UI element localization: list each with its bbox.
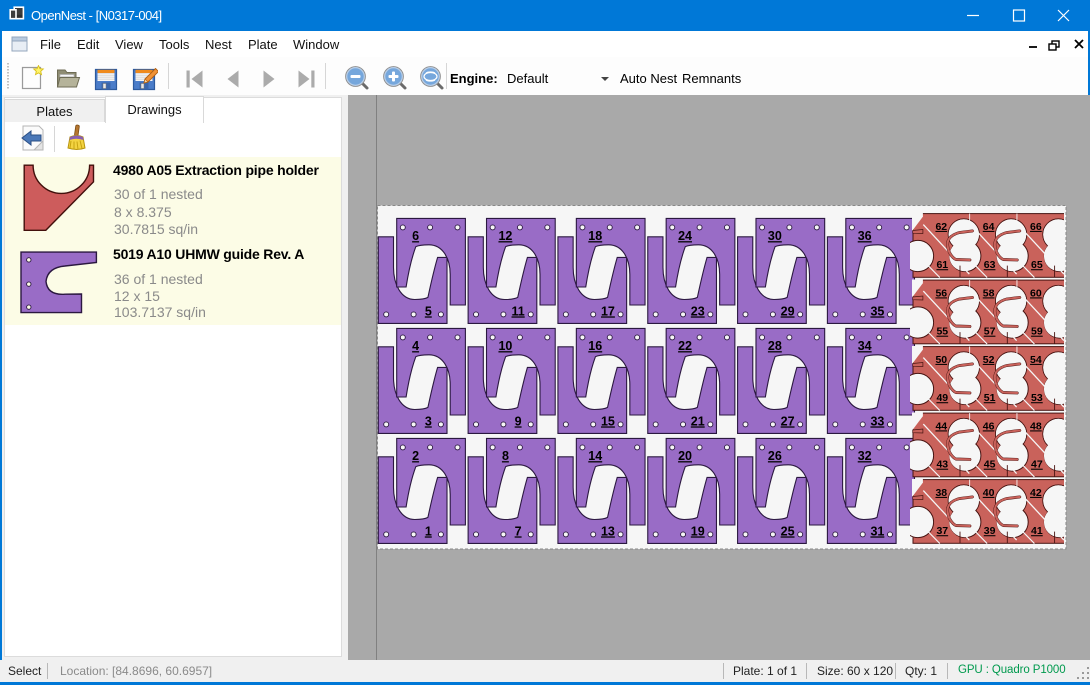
svg-text:18: 18 xyxy=(588,229,602,243)
svg-text:30: 30 xyxy=(768,229,782,243)
svg-text:32: 32 xyxy=(858,449,872,463)
svg-text:50: 50 xyxy=(935,354,947,366)
svg-text:24: 24 xyxy=(678,229,692,243)
svg-text:36: 36 xyxy=(858,229,872,243)
svg-text:8: 8 xyxy=(502,449,509,463)
svg-text:64: 64 xyxy=(983,221,995,233)
svg-text:15: 15 xyxy=(601,414,615,428)
svg-text:17: 17 xyxy=(601,304,615,318)
svg-text:6: 6 xyxy=(412,229,419,243)
svg-text:27: 27 xyxy=(781,414,795,428)
svg-text:42: 42 xyxy=(1030,487,1042,499)
svg-text:7: 7 xyxy=(515,524,522,538)
svg-text:28: 28 xyxy=(768,339,782,353)
svg-text:55: 55 xyxy=(936,326,948,338)
svg-text:41: 41 xyxy=(1031,525,1043,537)
svg-text:62: 62 xyxy=(935,221,947,233)
svg-text:33: 33 xyxy=(870,414,884,428)
svg-text:66: 66 xyxy=(1030,221,1042,233)
svg-text:59: 59 xyxy=(1031,326,1043,338)
svg-text:13: 13 xyxy=(601,524,615,538)
svg-text:22: 22 xyxy=(678,339,692,353)
svg-text:23: 23 xyxy=(691,304,705,318)
svg-text:12: 12 xyxy=(498,229,512,243)
svg-text:21: 21 xyxy=(691,414,705,428)
svg-text:54: 54 xyxy=(1030,354,1042,366)
svg-text:19: 19 xyxy=(691,524,705,538)
svg-text:61: 61 xyxy=(936,259,948,271)
svg-text:37: 37 xyxy=(936,525,948,537)
svg-text:9: 9 xyxy=(515,414,522,428)
svg-text:56: 56 xyxy=(935,287,947,299)
svg-text:49: 49 xyxy=(936,392,948,404)
svg-text:43: 43 xyxy=(936,459,948,471)
svg-text:14: 14 xyxy=(588,449,602,463)
svg-text:52: 52 xyxy=(983,354,995,366)
svg-text:5: 5 xyxy=(425,304,432,318)
svg-text:58: 58 xyxy=(983,287,995,299)
svg-text:34: 34 xyxy=(858,339,872,353)
svg-text:25: 25 xyxy=(781,524,795,538)
svg-text:40: 40 xyxy=(983,487,995,499)
svg-text:20: 20 xyxy=(678,449,692,463)
svg-text:47: 47 xyxy=(1031,459,1043,471)
svg-text:39: 39 xyxy=(984,525,996,537)
svg-text:1: 1 xyxy=(425,524,432,538)
svg-text:51: 51 xyxy=(984,392,996,404)
svg-text:2: 2 xyxy=(412,449,419,463)
svg-text:4: 4 xyxy=(412,339,419,353)
svg-text:16: 16 xyxy=(588,339,602,353)
svg-text:65: 65 xyxy=(1031,259,1043,271)
svg-text:26: 26 xyxy=(768,449,782,463)
svg-text:57: 57 xyxy=(984,326,996,338)
svg-text:31: 31 xyxy=(870,524,884,538)
svg-text:10: 10 xyxy=(498,339,512,353)
svg-text:63: 63 xyxy=(984,259,996,271)
svg-text:29: 29 xyxy=(781,304,795,318)
svg-text:44: 44 xyxy=(935,420,947,432)
svg-text:11: 11 xyxy=(512,304,525,318)
svg-text:48: 48 xyxy=(1030,420,1042,432)
svg-text:46: 46 xyxy=(983,420,995,432)
svg-text:45: 45 xyxy=(984,459,996,471)
svg-text:3: 3 xyxy=(425,414,432,428)
svg-text:35: 35 xyxy=(870,304,884,318)
svg-text:53: 53 xyxy=(1031,392,1043,404)
svg-text:60: 60 xyxy=(1030,287,1042,299)
svg-text:38: 38 xyxy=(935,487,947,499)
